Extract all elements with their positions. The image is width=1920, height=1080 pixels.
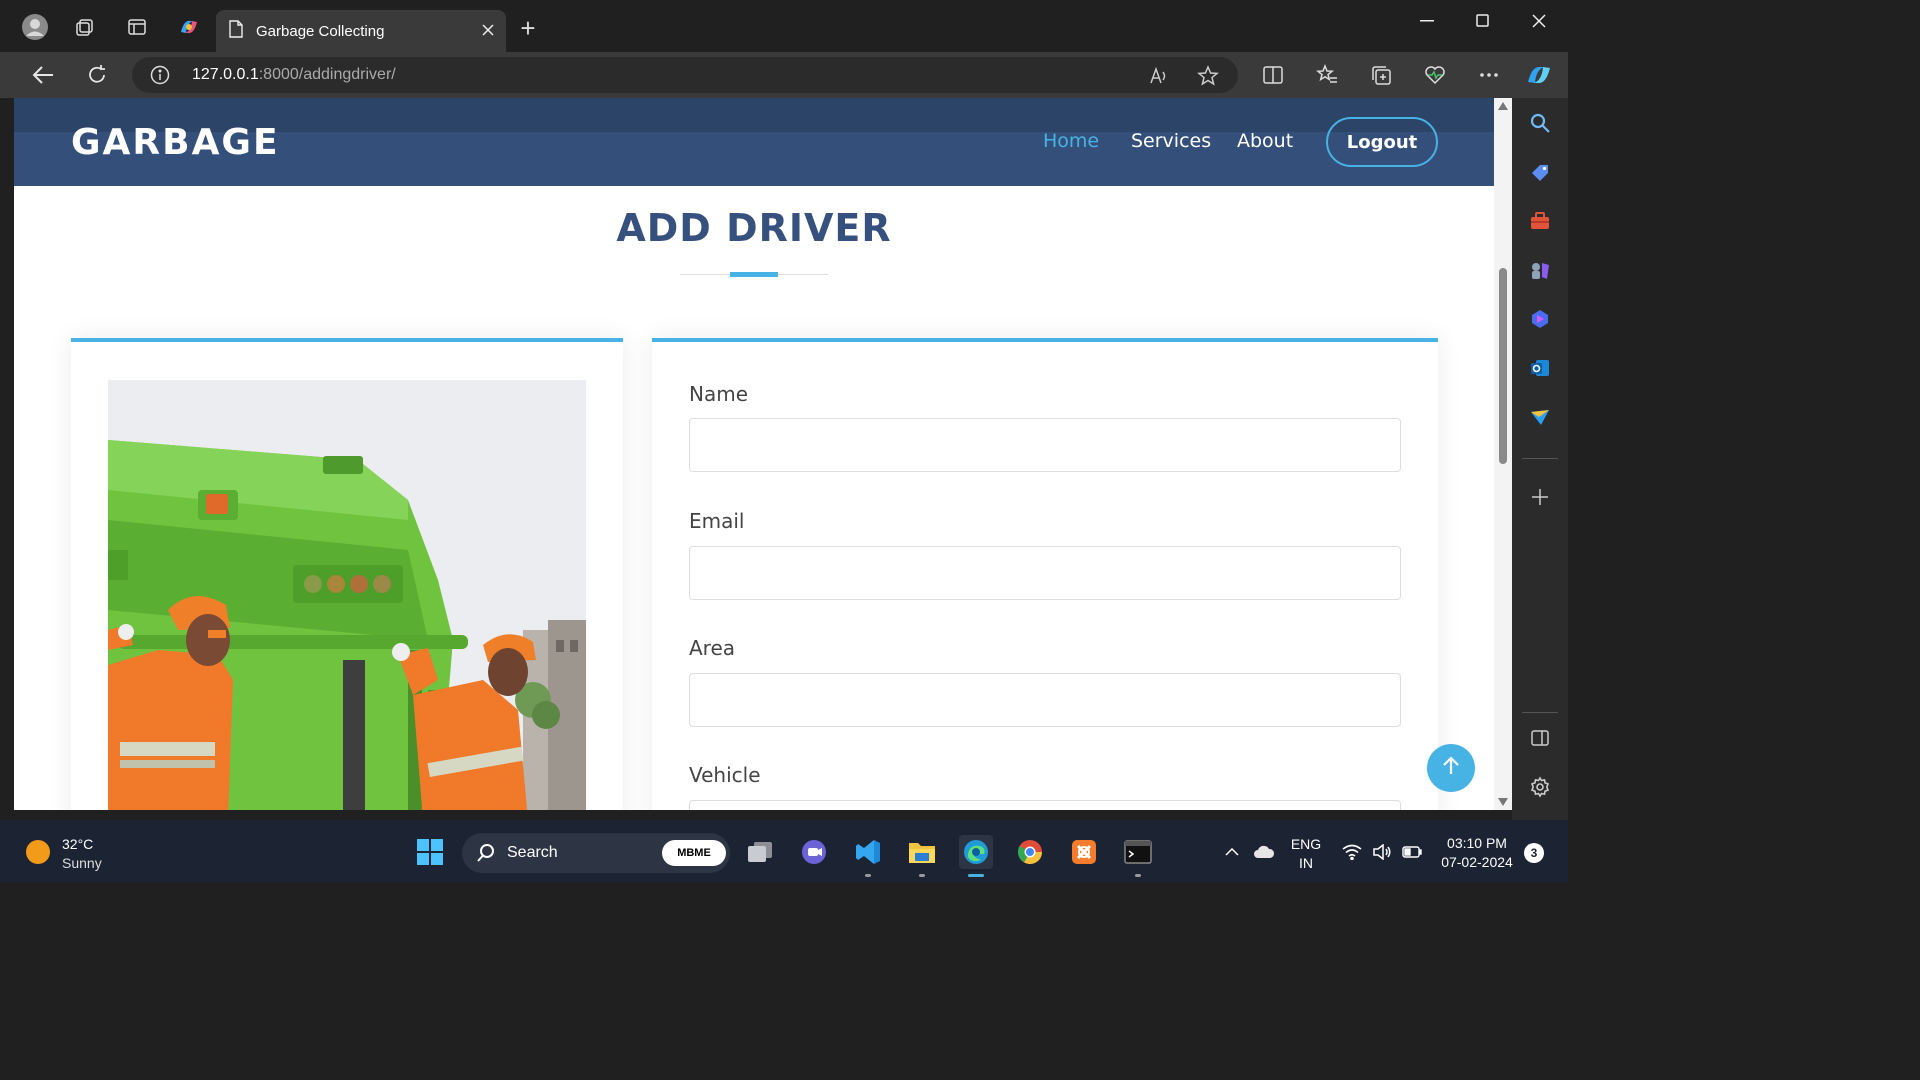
explorer-running-dot	[919, 874, 925, 877]
taskbar-search[interactable]: Search MBME	[462, 833, 730, 873]
weather-sun-icon[interactable]	[26, 840, 50, 864]
address-bar[interactable]: 127.0.0.1:8000/addingdriver/	[132, 57, 1238, 93]
scroll-down-arrow[interactable]	[1498, 798, 1508, 806]
tray-chevron-icon[interactable]	[1218, 835, 1246, 869]
task-view-icon[interactable]	[743, 835, 777, 869]
area-label: Area	[689, 636, 736, 660]
split-screen-icon[interactable]	[1259, 61, 1287, 89]
chrome-icon[interactable]	[1013, 835, 1047, 869]
url-host: 127.0.0.1	[192, 66, 259, 83]
add-icon[interactable]	[1528, 485, 1552, 509]
logout-button[interactable]: Logout	[1326, 117, 1438, 167]
copilot-sidebar-icon[interactable]	[1525, 61, 1553, 89]
nav-home[interactable]: Home	[1043, 130, 1099, 152]
vscode-icon[interactable]	[851, 835, 885, 869]
outlook-icon[interactable]	[1528, 356, 1552, 380]
site-logo[interactable]: GARBAGE	[71, 122, 280, 163]
terminal-running-dot	[1135, 874, 1141, 877]
wifi-icon[interactable]	[1338, 835, 1366, 869]
email-input[interactable]	[689, 546, 1401, 600]
back-icon[interactable]	[29, 61, 57, 89]
nav-about[interactable]: About	[1237, 130, 1293, 152]
garbage-truck-photo	[108, 380, 586, 810]
health-icon[interactable]	[1421, 61, 1449, 89]
games-icon[interactable]	[1528, 258, 1552, 282]
new-tab-icon[interactable]: +	[515, 15, 541, 41]
close-icon[interactable]	[482, 23, 494, 40]
weather-description[interactable]: Sunny	[62, 855, 102, 871]
vscode-running-dot	[865, 874, 871, 877]
page-icon	[228, 20, 244, 42]
taskbar-search-label: Search	[507, 844, 558, 861]
search-magnifier-icon	[476, 843, 496, 868]
site-header: GARBAGE Home Services About Logout	[14, 98, 1494, 186]
teams-chat-icon[interactable]	[797, 835, 831, 869]
favorites-icon[interactable]	[1313, 61, 1341, 89]
area-input[interactable]	[689, 673, 1401, 727]
notification-badge[interactable]: 3	[1524, 843, 1544, 863]
window-close-icon[interactable]	[1524, 10, 1554, 32]
scroll-up-arrow[interactable]	[1498, 102, 1508, 110]
name-input[interactable]	[689, 418, 1401, 472]
battery-icon[interactable]	[1398, 835, 1426, 869]
nav-services[interactable]: Services	[1131, 130, 1211, 152]
page-viewport: GARBAGE Home Services About Logout ADD D…	[14, 98, 1494, 810]
name-label: Name	[689, 382, 749, 406]
onedrive-cloud-icon[interactable]	[1250, 835, 1278, 869]
email-label: Email	[689, 509, 745, 533]
browser-tab-bar: Garbage Collecting +	[0, 0, 1568, 52]
xampp-icon[interactable]	[1067, 835, 1101, 869]
volume-icon[interactable]	[1368, 835, 1396, 869]
terminal-icon[interactable]	[1121, 835, 1155, 869]
windows-taskbar: 32°C Sunny Search MBME ENG IN 03:10 PM 0…	[0, 820, 1568, 882]
url-path: :8000/addingdriver/	[258, 66, 396, 83]
url-text: 127.0.0.1:8000/addingdriver/	[192, 66, 396, 84]
tools-icon[interactable]	[1528, 209, 1552, 233]
edge-sidebar	[1512, 98, 1568, 820]
favorite-star-icon[interactable]	[1197, 65, 1219, 87]
settings-icon[interactable]	[1528, 775, 1552, 799]
sidebar-separator	[1522, 458, 1558, 459]
vehicle-input[interactable]	[689, 800, 1401, 810]
shopping-tag-icon[interactable]	[1528, 160, 1552, 184]
more-icon[interactable]	[1475, 61, 1503, 89]
image-card	[71, 338, 623, 810]
title-accent-bar	[730, 272, 778, 277]
back-to-top-button[interactable]	[1427, 744, 1475, 792]
browser-toolbar: 127.0.0.1:8000/addingdriver/	[0, 52, 1568, 98]
info-icon[interactable]	[150, 65, 170, 85]
edge-taskbar-icon[interactable]	[959, 835, 993, 869]
sidebar-toggle-icon[interactable]	[1528, 726, 1552, 750]
clock-date[interactable]: 07-02-2024	[1432, 854, 1522, 870]
vehicle-label: Vehicle	[689, 763, 761, 787]
send-icon[interactable]	[1528, 405, 1552, 429]
search-icon[interactable]	[1528, 111, 1552, 135]
maximize-icon[interactable]	[1468, 10, 1498, 32]
clock-time[interactable]: 03:10 PM	[1432, 835, 1522, 851]
weather-temperature[interactable]: 32°C	[62, 836, 93, 852]
minimize-icon[interactable]	[1412, 10, 1442, 32]
tab-title: Garbage Collecting	[256, 22, 385, 40]
copilot-icon[interactable]	[176, 14, 202, 40]
language-region[interactable]: IN	[1286, 855, 1326, 871]
bing-icon[interactable]	[1528, 307, 1552, 331]
edge-active-indicator	[968, 874, 984, 877]
read-aloud-icon[interactable]	[1148, 65, 1170, 87]
language-code[interactable]: ENG	[1286, 836, 1326, 852]
active-tab[interactable]: Garbage Collecting	[216, 10, 506, 52]
section-title: ADD DRIVER	[616, 206, 892, 250]
collections-icon[interactable]	[1367, 61, 1395, 89]
workspaces-icon[interactable]	[72, 14, 98, 40]
tab-actions-icon[interactable]	[124, 14, 150, 40]
sidebar-separator-bottom	[1522, 712, 1558, 713]
windows-start-icon[interactable]	[413, 835, 447, 869]
add-driver-form: Name Email Area Vehicle	[652, 338, 1438, 810]
mbme-badge: MBME	[662, 840, 726, 866]
scroll-thumb[interactable]	[1499, 268, 1507, 464]
refresh-icon[interactable]	[83, 61, 111, 89]
page-scrollbar[interactable]	[1494, 98, 1512, 810]
file-explorer-icon[interactable]	[905, 835, 939, 869]
profile-icon[interactable]	[22, 14, 48, 40]
arrow-up-icon	[1442, 755, 1460, 781]
